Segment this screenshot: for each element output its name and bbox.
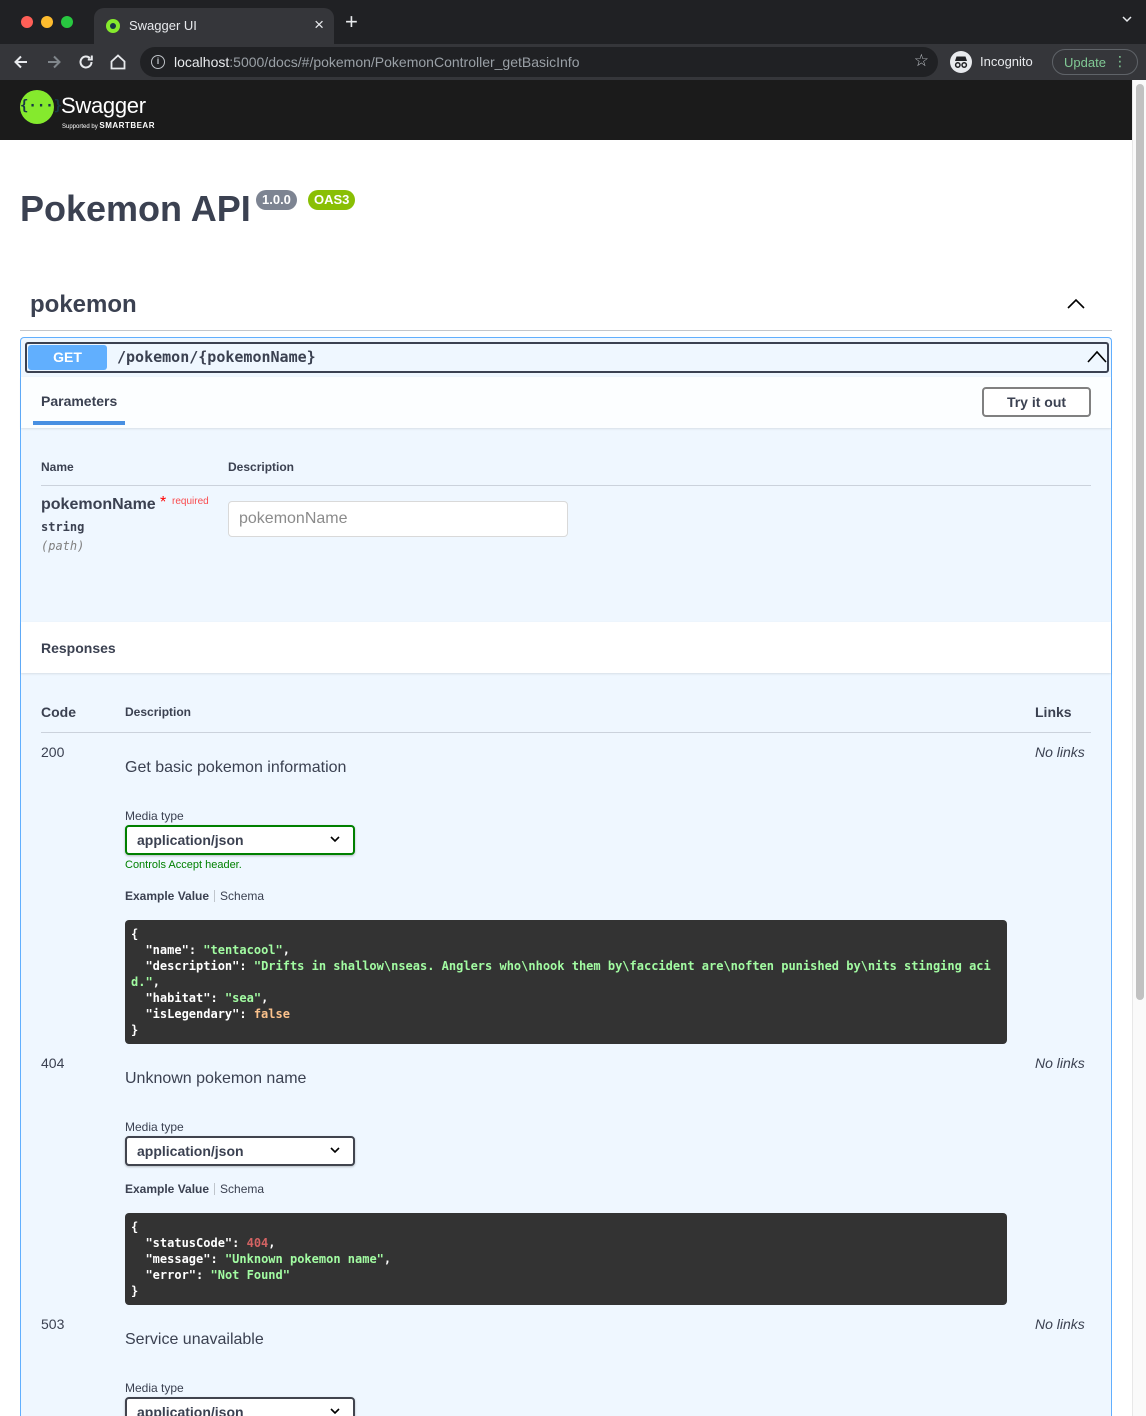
- try-it-out-button[interactable]: Try it out: [982, 387, 1091, 417]
- browser-toolbar: i localhost:5000/docs/#/pokemon/PokemonC…: [0, 44, 1146, 80]
- bookmark-star-icon[interactable]: ☆: [914, 51, 929, 71]
- response-description-200: Get basic pokemon information: [125, 759, 347, 776]
- response-code-404: 404: [41, 1055, 65, 1071]
- swagger-topbar: {···} Swagger Supported by SMARTBEAR: [0, 80, 1132, 140]
- media-type-value: application/json: [137, 832, 244, 848]
- parameters-tab-underline: [33, 421, 125, 425]
- more-menu-icon[interactable]: ⋮: [1113, 53, 1127, 69]
- forward-arrow-icon[interactable]: [44, 52, 64, 72]
- responses-col-links: Links: [1035, 704, 1072, 720]
- swagger-logo-icon[interactable]: {···}: [20, 90, 62, 124]
- responses-col-description: Description: [125, 705, 192, 719]
- browser-tab-strip: Swagger UI × +: [0, 0, 1146, 44]
- collapse-operation-chevron-icon[interactable]: [1087, 349, 1107, 363]
- params-col-description: Description: [228, 460, 295, 474]
- tab-schema[interactable]: Schema: [220, 1182, 264, 1196]
- reload-icon[interactable]: [76, 52, 96, 72]
- url-text[interactable]: localhost:5000/docs/#/pokemon/PokemonCon…: [174, 54, 579, 70]
- collapse-tag-chevron-icon[interactable]: [1066, 296, 1086, 310]
- tab-schema[interactable]: Schema: [220, 889, 264, 903]
- pokemon-name-input[interactable]: [228, 501, 568, 537]
- media-type-label-503: Media type: [125, 1381, 184, 1395]
- address-bar[interactable]: i localhost:5000/docs/#/pokemon/PokemonC…: [140, 47, 938, 77]
- tab-parameters[interactable]: Parameters: [41, 393, 117, 409]
- update-label: Update: [1064, 55, 1106, 70]
- response-code-503: 503: [41, 1316, 65, 1332]
- responses-col-code: Code: [41, 704, 76, 720]
- params-head-divider: [41, 485, 1091, 486]
- operation-block: GET /pokemon/{pokemonName} Parameters Tr…: [20, 337, 1112, 1416]
- version-badge: 1.0.0: [256, 190, 297, 210]
- method-badge: GET: [28, 345, 107, 370]
- home-icon[interactable]: [108, 52, 128, 72]
- chevron-down-icon: [330, 1147, 340, 1154]
- minimize-window-button[interactable]: [41, 16, 53, 28]
- params-col-name: Name: [41, 460, 74, 474]
- tab-example-value[interactable]: Example Value: [125, 889, 209, 903]
- tag-divider: [20, 330, 1112, 331]
- example-code-404[interactable]: { "statusCode": 404, "message": "Unknown…: [125, 1213, 1007, 1305]
- back-arrow-icon[interactable]: [11, 52, 31, 72]
- response-links-404: No links: [1035, 1055, 1085, 1071]
- response-description-404: Unknown pokemon name: [125, 1070, 307, 1087]
- responses-head-divider: [41, 732, 1091, 733]
- example-tabs-404: Example Value Schema: [125, 1182, 264, 1196]
- chevron-down-icon: [330, 836, 340, 843]
- response-code-200: 200: [41, 744, 65, 760]
- tab-example-value[interactable]: Example Value: [125, 1182, 209, 1196]
- tab-search-chevron-icon[interactable]: [1122, 14, 1132, 24]
- response-links-503: No links: [1035, 1316, 1085, 1332]
- media-type-select-200[interactable]: application/json: [125, 825, 355, 855]
- api-title: Pokemon API: [20, 188, 251, 229]
- incognito-label: Incognito: [980, 54, 1033, 69]
- media-type-value: application/json: [137, 1143, 244, 1159]
- example-tabs-200: Example Value Schema: [125, 889, 264, 903]
- site-info-icon[interactable]: i: [151, 55, 165, 69]
- media-type-select-404[interactable]: application/json: [125, 1136, 355, 1166]
- controls-accept-note: Controls Accept header.: [125, 859, 242, 871]
- incognito-icon[interactable]: [950, 51, 972, 73]
- response-description-503: Service unavailable: [125, 1331, 264, 1348]
- swagger-logo-subtitle: Supported by SMARTBEAR: [62, 121, 155, 130]
- oas-badge: OAS3: [308, 190, 356, 210]
- param-name: pokemonName: [41, 496, 156, 513]
- parameters-header: Parameters Try it out: [21, 377, 1111, 428]
- chevron-down-icon: [330, 1408, 340, 1415]
- tab-title: Swagger UI: [129, 18, 197, 33]
- responses-header: Responses: [21, 622, 1111, 673]
- maximize-window-button[interactable]: [61, 16, 73, 28]
- tab-close-icon[interactable]: ×: [314, 15, 324, 35]
- swagger-favicon-icon: [106, 19, 120, 33]
- scrollbar-thumb[interactable]: [1136, 84, 1144, 1000]
- media-type-label-200: Media type: [125, 809, 184, 823]
- responses-title: Responses: [41, 640, 116, 656]
- update-button[interactable]: Update ⋮: [1052, 49, 1138, 75]
- operation-path[interactable]: /pokemon/{pokemonName}: [117, 348, 316, 366]
- param-type: string: [41, 520, 85, 534]
- media-type-select-503[interactable]: application/json: [125, 1397, 355, 1416]
- media-type-label-404: Media type: [125, 1120, 184, 1134]
- close-window-button[interactable]: [21, 16, 33, 28]
- browser-tab[interactable]: Swagger UI ×: [94, 8, 334, 44]
- media-type-value: application/json: [137, 1404, 244, 1416]
- example-code-200[interactable]: { "name": "tentacool", "description": "D…: [125, 920, 1007, 1044]
- page-scrollbar[interactable]: [1132, 80, 1146, 1416]
- param-required-label: required: [172, 496, 209, 507]
- param-location: (path): [41, 539, 85, 553]
- operation-summary[interactable]: GET /pokemon/{pokemonName}: [25, 342, 1109, 373]
- tag-title[interactable]: pokemon: [30, 291, 137, 319]
- param-required-star: *: [160, 494, 167, 511]
- new-tab-button[interactable]: +: [345, 11, 358, 33]
- swagger-logo-text[interactable]: Swagger: [61, 93, 146, 119]
- response-links-200: No links: [1035, 744, 1085, 760]
